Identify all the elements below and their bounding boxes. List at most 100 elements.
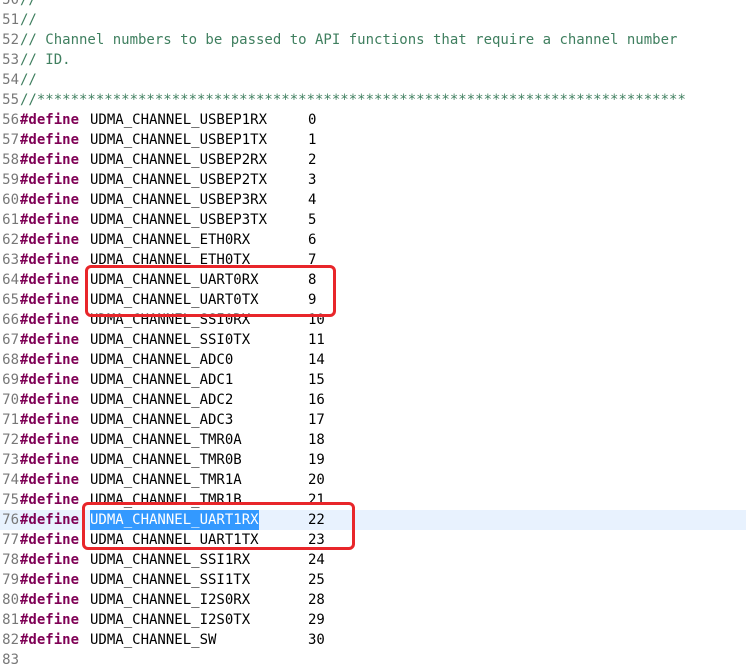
macro-name: UDMA_CHANNEL_ADC1 [90, 372, 234, 388]
macro-name: UDMA_CHANNEL_USBEP2RX [90, 152, 268, 168]
code-line[interactable]: 69 #define UDMA_CHANNEL_ADC1 15 [0, 370, 746, 390]
define-keyword: #define [20, 112, 80, 128]
line-number: 73 [2, 452, 19, 468]
code-line[interactable]: 57 #define UDMA_CHANNEL_USBEP1TX 1 [0, 130, 746, 150]
macro-value: 14 [308, 352, 325, 368]
line-number: 79 [2, 572, 19, 588]
code-line[interactable]: 68 #define UDMA_CHANNEL_ADC0 14 [0, 350, 746, 370]
macro-name: UDMA_CHANNEL_TMR0B [90, 452, 242, 468]
code-line[interactable]: 72 #define UDMA_CHANNEL_TMR0A 18 [0, 430, 746, 450]
annotation-box-uart0 [85, 265, 336, 317]
define-keyword: #define [20, 232, 80, 248]
macro-value: 6 [308, 232, 317, 248]
define-keyword: #define [20, 332, 80, 348]
macro-value: 29 [308, 612, 325, 628]
line-number: 61 [2, 212, 19, 228]
annotation-box-uart1 [82, 502, 355, 550]
code-comment: // [20, 72, 37, 88]
code-line[interactable]: 83 [0, 650, 746, 670]
code-comment: // [20, 12, 37, 28]
line-number: 52 [2, 32, 19, 48]
code-comment: // ID. [20, 52, 71, 68]
line-number: 60 [2, 192, 19, 208]
code-line[interactable]: 79 #define UDMA_CHANNEL_SSI1TX 25 [0, 570, 746, 590]
line-number: 72 [2, 432, 19, 448]
code-line[interactable]: 62 #define UDMA_CHANNEL_ETH0RX 6 [0, 230, 746, 250]
macro-value: 30 [308, 632, 325, 648]
macro-name: UDMA_CHANNEL_ADC3 [90, 412, 234, 428]
line-number: 55 [2, 92, 19, 108]
code-line[interactable]: 80 #define UDMA_CHANNEL_I2S0RX 28 [0, 590, 746, 610]
code-line[interactable]: 60 #define UDMA_CHANNEL_USBEP3RX 4 [0, 190, 746, 210]
define-keyword: #define [20, 352, 80, 368]
macro-value: 5 [308, 212, 317, 228]
macro-name: UDMA_CHANNEL_SW [90, 632, 217, 648]
code-line[interactable]: 61 #define UDMA_CHANNEL_USBEP3TX 5 [0, 210, 746, 230]
line-number: 63 [2, 252, 19, 268]
line-number: 74 [2, 472, 19, 488]
macro-name: UDMA_CHANNEL_TMR0A [90, 432, 242, 448]
code-line[interactable]: 78 #define UDMA_CHANNEL_SSI1RX 24 [0, 550, 746, 570]
code-line[interactable]: 70 #define UDMA_CHANNEL_ADC2 16 [0, 390, 746, 410]
code-line[interactable]: 52// Channel numbers to be passed to API… [0, 30, 746, 50]
line-number: 69 [2, 372, 19, 388]
macro-name: UDMA_CHANNEL_I2S0RX [90, 592, 251, 608]
define-keyword: #define [20, 452, 80, 468]
define-keyword: #define [20, 512, 80, 528]
line-number: 75 [2, 492, 19, 508]
define-keyword: #define [20, 472, 80, 488]
line-number: 67 [2, 332, 19, 348]
line-number: 80 [2, 592, 19, 608]
code-editor[interactable]: 50//51//52// Channel numbers to be passe… [0, 0, 746, 668]
code-line[interactable]: 54// [0, 70, 746, 90]
code-line[interactable]: 50// [0, 0, 746, 10]
line-number: 77 [2, 532, 19, 548]
macro-value: 17 [308, 412, 325, 428]
code-line[interactable]: 81 #define UDMA_CHANNEL_I2S0TX 29 [0, 610, 746, 630]
define-keyword: #define [20, 612, 80, 628]
define-keyword: #define [20, 412, 80, 428]
define-keyword: #define [20, 212, 80, 228]
line-number: 62 [2, 232, 19, 248]
code-line[interactable]: 55//************************************… [0, 90, 746, 110]
code-line[interactable]: 74 #define UDMA_CHANNEL_TMR1A 20 [0, 470, 746, 490]
line-number: 58 [2, 152, 19, 168]
define-keyword: #define [20, 532, 80, 548]
macro-name: UDMA_CHANNEL_USBEP3RX [90, 192, 268, 208]
line-number: 54 [2, 72, 19, 88]
define-keyword: #define [20, 192, 80, 208]
macro-name: UDMA_CHANNEL_I2S0TX [90, 612, 251, 628]
macro-name: UDMA_CHANNEL_ADC0 [90, 352, 234, 368]
macro-name: UDMA_CHANNEL_USBEP1TX [90, 132, 268, 148]
code-comment: // [20, 0, 37, 8]
code-line[interactable]: 73 #define UDMA_CHANNEL_TMR0B 19 [0, 450, 746, 470]
code-line[interactable]: 82 #define UDMA_CHANNEL_SW 30 [0, 630, 746, 650]
macro-name: UDMA_CHANNEL_SSI1TX [90, 572, 251, 588]
code-line[interactable]: 58 #define UDMA_CHANNEL_USBEP2RX 2 [0, 150, 746, 170]
line-number: 71 [2, 412, 19, 428]
line-number: 53 [2, 52, 19, 68]
line-number: 76 [2, 512, 19, 528]
define-keyword: #define [20, 392, 80, 408]
macro-value: 19 [308, 452, 325, 468]
code-line[interactable]: 56 #define UDMA_CHANNEL_USBEP1RX 0 [0, 110, 746, 130]
macro-name: UDMA_CHANNEL_ADC2 [90, 392, 234, 408]
macro-value: 1 [308, 132, 317, 148]
line-number: 81 [2, 612, 19, 628]
define-keyword: #define [20, 312, 80, 328]
line-number: 78 [2, 552, 19, 568]
code-line[interactable]: 71 #define UDMA_CHANNEL_ADC3 17 [0, 410, 746, 430]
line-number: 57 [2, 132, 19, 148]
code-line[interactable]: 59 #define UDMA_CHANNEL_USBEP2TX 3 [0, 170, 746, 190]
macro-name: UDMA_CHANNEL_SSI1RX [90, 552, 251, 568]
line-number: 82 [2, 632, 19, 648]
code-comment: //**************************************… [20, 92, 686, 108]
code-line[interactable]: 53// ID. [0, 50, 746, 70]
macro-value: 28 [308, 592, 325, 608]
define-keyword: #define [20, 172, 80, 188]
code-line[interactable]: 51// [0, 10, 746, 30]
macro-value: 25 [308, 572, 325, 588]
code-line[interactable]: 67 #define UDMA_CHANNEL_SSI0TX 11 [0, 330, 746, 350]
define-keyword: #define [20, 132, 80, 148]
macro-value: 16 [308, 392, 325, 408]
